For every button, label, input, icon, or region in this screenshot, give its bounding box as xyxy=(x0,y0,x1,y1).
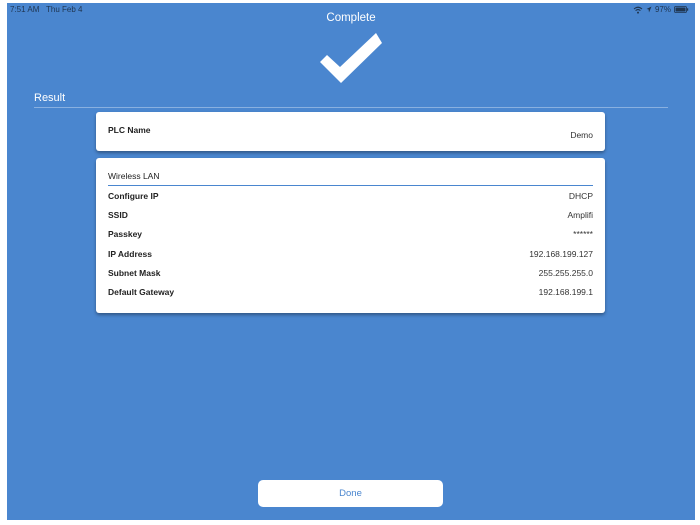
info-row-passkey: Passkey ****** xyxy=(108,229,593,245)
result-section-label: Result xyxy=(34,92,66,104)
ssid-value: Amplifi xyxy=(567,210,593,220)
info-row-subnet-mask: Subnet Mask 255.255.255.0 xyxy=(108,268,593,284)
subnet-mask-value: 255.255.255.0 xyxy=(538,268,593,278)
ip-address-value: 192.168.199.127 xyxy=(529,249,593,259)
info-row-ip-address: IP Address 192.168.199.127 xyxy=(108,249,593,265)
complete-screen: 7:51 AM Thu Feb 4 97% Complete Result PL… xyxy=(7,3,695,520)
default-gateway-label: Default Gateway xyxy=(108,287,175,297)
info-row-default-gateway: Default Gateway 192.168.199.1 xyxy=(108,287,593,303)
plc-name-row: PLC Name Demo xyxy=(108,125,593,141)
done-button[interactable]: Done xyxy=(258,480,443,507)
ssid-label: SSID xyxy=(108,210,128,220)
default-gateway-value: 192.168.199.1 xyxy=(538,287,593,297)
configure-ip-value: DHCP xyxy=(568,191,593,201)
passkey-label: Passkey xyxy=(108,229,143,239)
page-title: Complete xyxy=(326,12,376,24)
checkmark-icon xyxy=(318,31,384,83)
ip-address-label: IP Address xyxy=(108,249,152,259)
wireless-lan-header: Wireless LAN xyxy=(108,171,160,181)
configure-ip-label: Configure IP xyxy=(108,191,159,201)
subnet-mask-label: Subnet Mask xyxy=(108,268,161,278)
info-row-configure-ip: Configure IP DHCP xyxy=(108,191,593,207)
passkey-value: ****** xyxy=(573,229,593,239)
wireless-lan-divider xyxy=(108,185,593,186)
section-divider xyxy=(34,107,668,108)
plc-name-value: Demo xyxy=(570,130,593,140)
wireless-lan-card: Wireless LAN Configure IP DHCP SSID Ampl… xyxy=(96,158,605,313)
plc-name-label: PLC Name xyxy=(108,125,151,135)
plc-name-card: PLC Name Demo xyxy=(96,112,605,151)
info-row-ssid: SSID Amplifi xyxy=(108,210,593,226)
